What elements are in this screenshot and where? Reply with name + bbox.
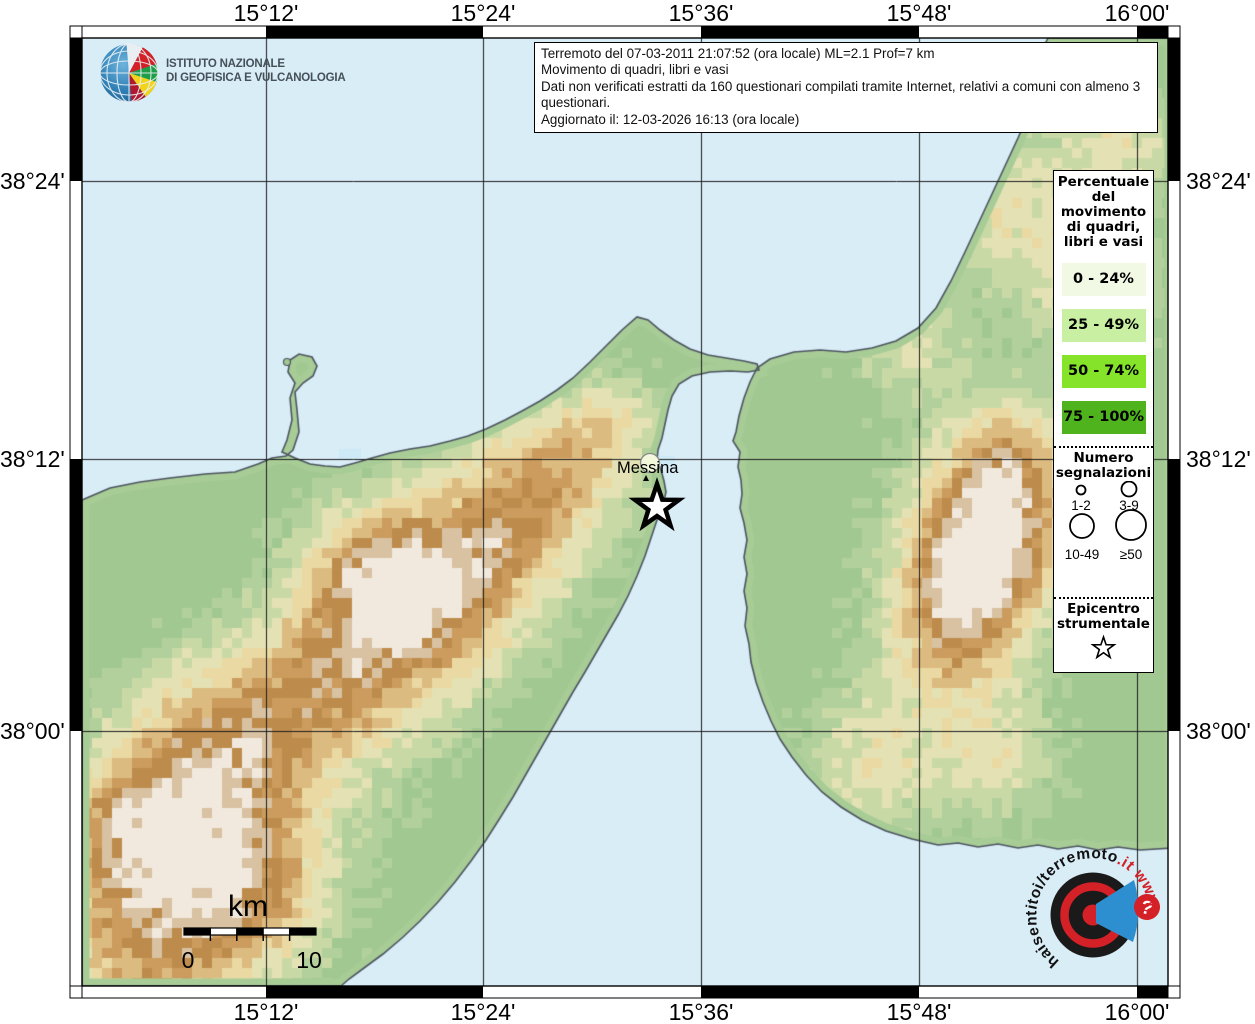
earthquake-info-box: Terremoto del 07-03-2011 21:07:52 (ora l… [534,42,1158,133]
svg-text:10-49: 10-49 [1065,547,1100,562]
svg-text:1-2: 1-2 [1071,498,1091,513]
axis-tick-label: 16°00' [1105,0,1170,27]
axis-tick-label: 15°36' [669,0,734,27]
epicenter-star-icon [635,484,679,526]
axis-tick-label: 16°00' [1105,999,1170,1024]
info-line-event: Terremoto del 07-03-2011 21:07:52 (ora l… [541,46,1151,62]
axis-tick-label: 15°36' [669,999,734,1024]
axis-tick-label: 15°12' [234,0,299,27]
scale-bar-start: 0 [182,947,195,973]
svg-text:≥50: ≥50 [1120,547,1142,562]
axis-tick-label: 38°00' [1186,718,1251,745]
axis-tick-label: 38°12' [1186,446,1251,473]
signal-circle-3-9 [1122,482,1137,497]
map-frame [70,26,1180,998]
info-line-questionnaires: Dati non verificati estratti da 160 ques… [541,79,1151,112]
axis-tick-label: 38°24' [1186,168,1251,195]
haisentitoilterremoto-logo: ? haisentitoi/terremoto.it www. [1023,845,1162,971]
signal-circle-50 [1116,510,1146,540]
info-line-updated: Aggiornato il: 12-03-2026 16:13 (ora loc… [541,112,1151,128]
axis-tick-label: 15°12' [234,999,299,1024]
legend-panel: Percentuale del movimento di quadri, lib… [1053,170,1154,673]
city-label-messina: Messina [617,459,678,478]
legend-epicenter-title: Epicentro strumentale [1054,597,1153,632]
ingv-logo: ISTITUTO NAZIONALE DI GEOFISICA E VULCAN… [98,44,398,104]
axis-tick-label: 38°24' [0,168,64,195]
svg-text:3-9: 3-9 [1119,498,1139,513]
legend-signals-title: Numero segnalazioni [1054,446,1153,481]
legend-signal-sizes: 1-2 3-9 10-49 ≥50 [1054,481,1153,581]
scale-bar: km 0 10 [182,890,322,973]
legend-star-icon [1093,637,1114,657]
axis-tick-label: 15°48' [887,999,952,1024]
info-line-movement: Movimento di quadri, libri e vasi [541,62,1151,78]
legend-swatch-25-49: 25 - 49% [1062,309,1146,342]
signal-circle-1-2 [1077,486,1086,495]
axis-tick-label: 15°48' [887,0,952,27]
legend-title: Percentuale del movimento di quadri, lib… [1054,171,1153,250]
signal-circle-10-49 [1070,514,1094,538]
legend-swatch-0-24: 0 - 24% [1062,263,1146,296]
frame-corner-squares [70,26,1180,998]
legend-epicenter-star [1054,632,1153,668]
axis-tick-label: 15°24' [451,999,516,1024]
ingv-name-line1: ISTITUTO NAZIONALE [166,58,345,72]
axis-tick-label: 38°00' [0,718,64,745]
axis-tick-label: 38°12' [0,446,64,473]
scale-bar-unit: km [228,890,268,923]
axis-tick-label: 15°24' [451,0,516,27]
legend-swatch-50-74: 50 - 74% [1062,355,1146,388]
scale-bar-end: 10 [296,947,322,973]
legend-swatch-75-100: 75 - 100% [1062,401,1146,434]
ingv-name-line2: DI GEOFISICA E VULCANOLOGIA [166,72,345,86]
hsit-intensity-map-page: { "info_box": { "line1": "Terremoto del … [0,0,1255,1024]
